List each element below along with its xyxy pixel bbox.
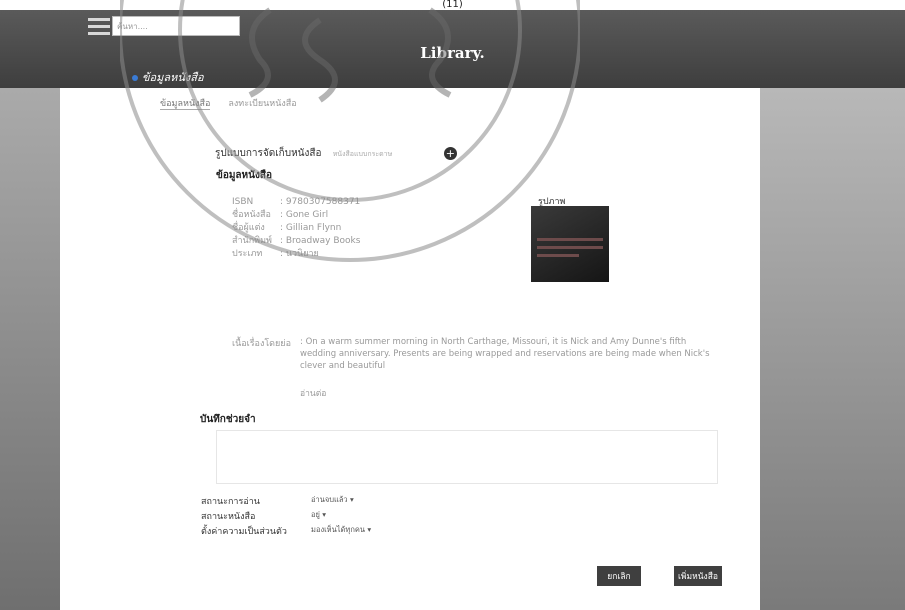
cancel-button[interactable]: ยกเลิก	[597, 566, 641, 586]
privacy-select[interactable]: มองเห็นได้ทุกคน ▾	[311, 524, 371, 536]
book-info-heading: ข้อมูลหนังสือ	[216, 170, 272, 181]
storage-format-row: รูปแบบการจัดเก็บหนังสือ หนังสือแบบกระดาษ…	[215, 146, 457, 161]
book-field-row: ชื่อหนังสือ : Gone Girl	[232, 209, 368, 222]
field-value: : นวนิยาย	[279, 249, 319, 259]
breadcrumb-label: ข้อมูลหนังสือ	[142, 71, 204, 84]
field-value: : Broadway Books	[279, 236, 361, 246]
privacy-label: ตั้งค่าความเป็นส่วนตัว	[201, 527, 287, 537]
field-label: ประเภท	[232, 249, 263, 259]
hamburger-menu-icon[interactable]	[88, 18, 110, 36]
book-status-select[interactable]: อยู่ ▾	[311, 509, 326, 521]
search-input[interactable]: ค้นหา....	[112, 16, 240, 36]
field-label: ชื่อผู้แต่ง	[232, 223, 265, 233]
book-field-row: ชื่อผู้แต่ง : Gillian Flynn	[232, 222, 368, 235]
main-panel: ข้อมูลหนังสือ ลงทะเบียนหนังสือ รูปแบบการจ…	[60, 88, 760, 610]
field-value: : Gone Girl	[279, 210, 329, 220]
reading-status-select[interactable]: อ่านจบแล้ว ▾	[311, 494, 354, 506]
book-status-row: สถานะหนังสือ อยู่ ▾	[201, 509, 326, 523]
add-book-button[interactable]: เพิ่มหนังสือ	[674, 566, 722, 586]
book-status-label: สถานะหนังสือ	[201, 512, 256, 522]
field-value: : 9780307588371	[279, 197, 361, 207]
storage-format-label: รูปแบบการจัดเก็บหนังสือ	[215, 148, 322, 159]
reading-status-row: สถานะการอ่าน อ่านจบแล้ว ▾	[201, 494, 354, 508]
field-value: : Gillian Flynn	[279, 223, 342, 233]
book-cover-image	[531, 206, 609, 282]
tab-bar: ข้อมูลหนังสือ ลงทะเบียนหนังสือ	[160, 96, 315, 110]
book-field-row: ISBN : 9780307588371	[232, 196, 368, 209]
reading-status-label: สถานะการอ่าน	[201, 497, 260, 507]
book-field-row: ประเภท : นวนิยาย	[232, 248, 368, 261]
memo-textarea[interactable]	[216, 430, 718, 484]
field-label: ชื่อหนังสือ	[232, 210, 271, 220]
book-info-table: ISBN : 9780307588371 ชื่อหนังสือ : Gone Gi…	[232, 196, 368, 261]
tab-book-info[interactable]: ข้อมูลหนังสือ	[160, 99, 211, 110]
field-label: สำนักพิมพ์	[232, 236, 272, 246]
synopsis-text: : On a warm summer morning in North Cart…	[300, 337, 710, 371]
field-label: ISBN	[232, 197, 254, 207]
left-backdrop	[0, 88, 60, 610]
book-field-row: สำนักพิมพ์ : Broadway Books	[232, 235, 368, 248]
add-format-icon[interactable]: +	[443, 146, 457, 160]
privacy-row: ตั้งค่าความเป็นส่วนตัว มองเห็นได้ทุกคน ▾	[201, 524, 371, 538]
memo-label: บันทึกช่วยจำ	[200, 414, 256, 425]
synopsis-label: เนื้อเรื่องโดยย่อ	[232, 339, 291, 349]
breadcrumb: ข้อมูลหนังสือ	[132, 68, 204, 86]
bullet-icon	[132, 75, 138, 81]
storage-format-select[interactable]: หนังสือแบบกระดาษ	[333, 149, 393, 160]
tab-register-book[interactable]: ลงทะเบียนหนังสือ	[228, 99, 296, 109]
brand-title: Library.	[420, 44, 485, 62]
read-more-link[interactable]: อ่านต่อ	[300, 386, 326, 400]
right-backdrop	[760, 88, 905, 610]
